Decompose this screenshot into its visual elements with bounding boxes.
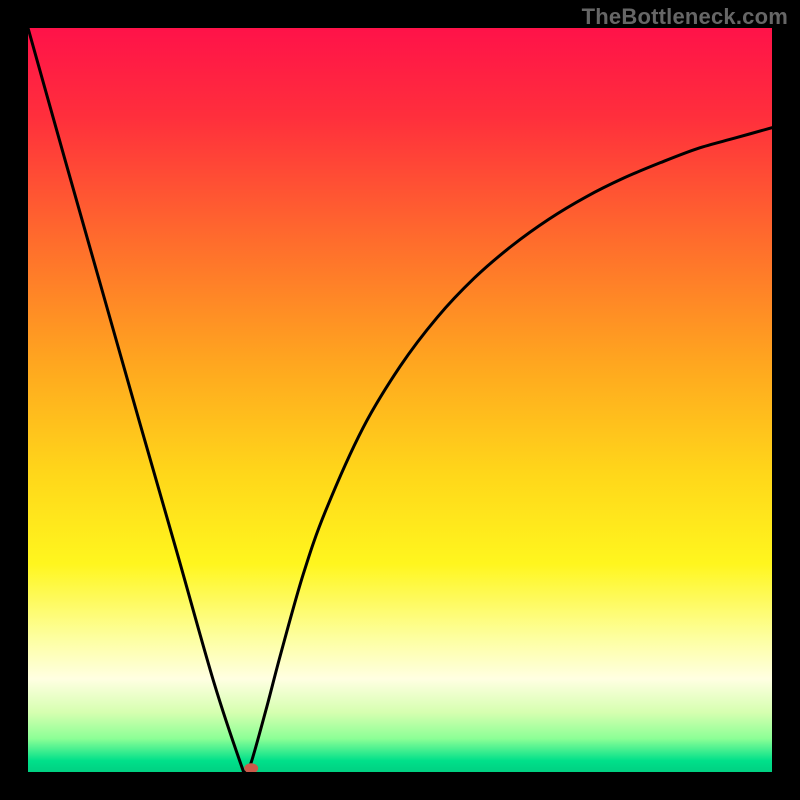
plot-area [28,28,772,772]
chart-svg [28,28,772,772]
chart-frame: TheBottleneck.com [0,0,800,800]
gradient-background [28,28,772,772]
watermark-text: TheBottleneck.com [582,4,788,30]
